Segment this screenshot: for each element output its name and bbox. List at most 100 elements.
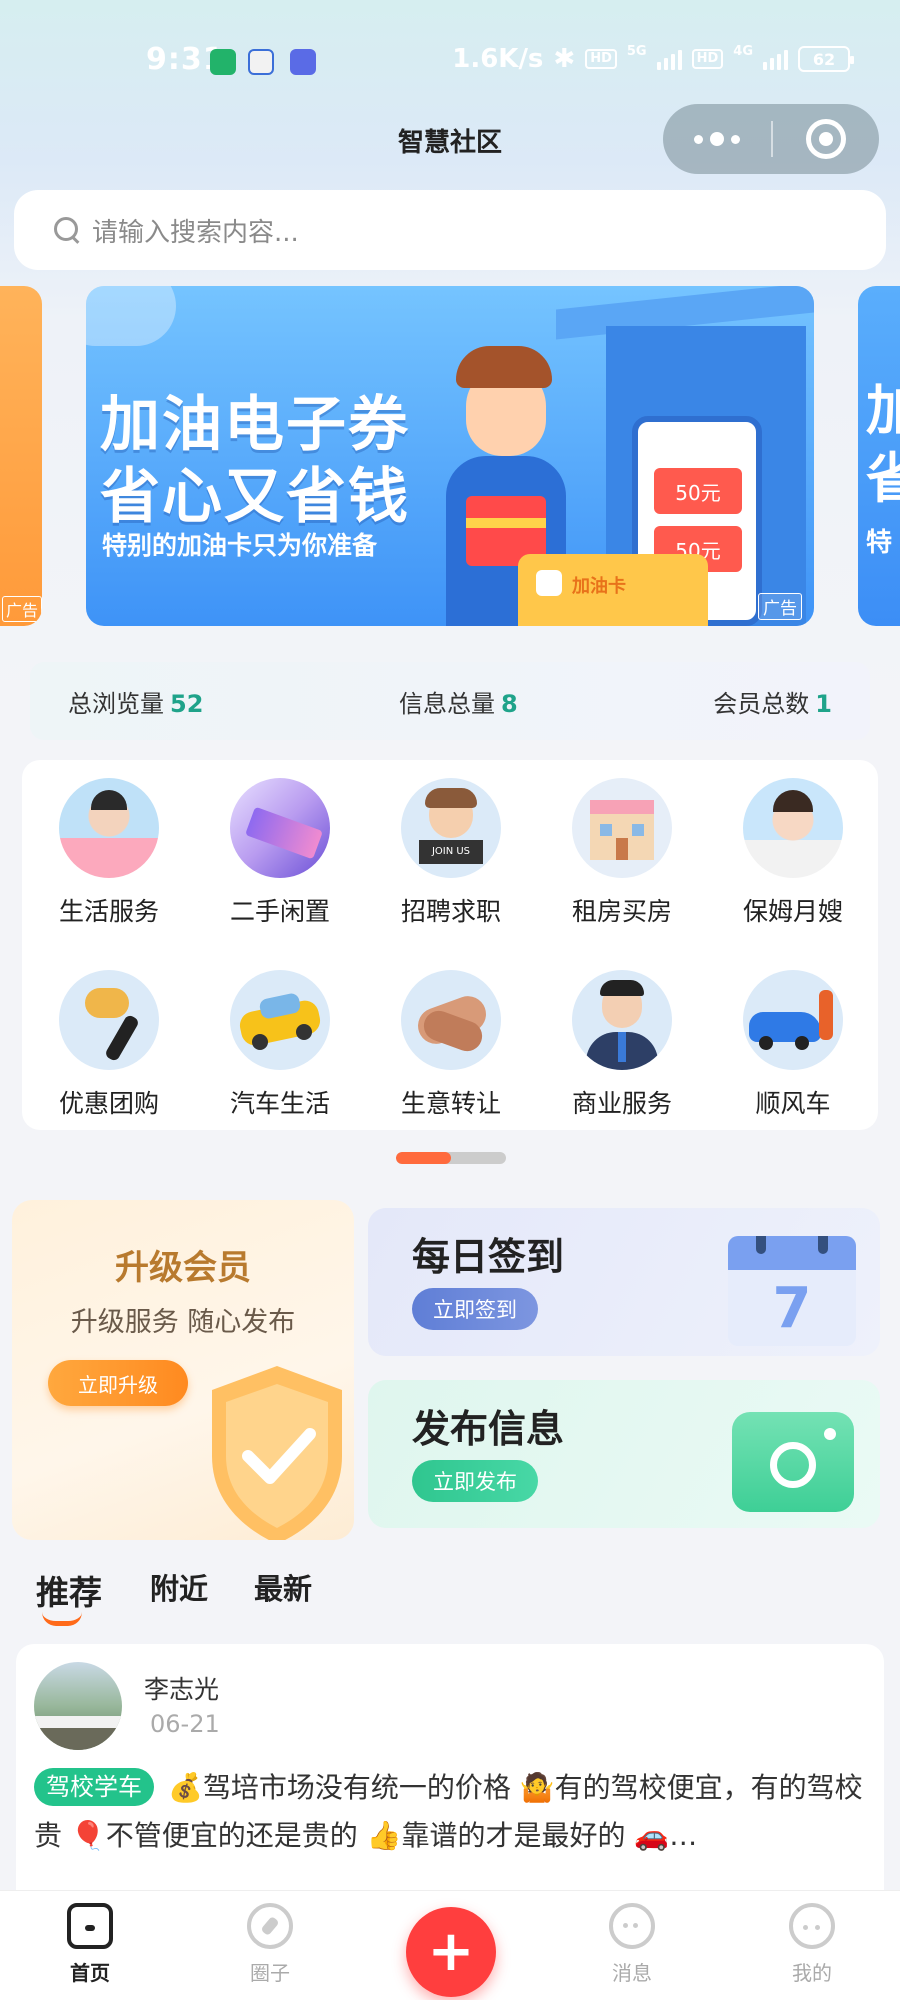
stat-members-label: 会员总数 <box>713 689 810 718</box>
category-car-life[interactable]: 汽车生活 <box>200 970 360 1120</box>
tab-latest[interactable]: 最新 <box>254 1566 312 1608</box>
stat-views: 总浏览量 52 <box>68 684 203 719</box>
banner-next-slide[interactable]: 加 省 特 <box>858 286 900 626</box>
stat-views-label: 总浏览量 <box>68 689 164 718</box>
hd-badge-2: HD <box>691 49 724 69</box>
bluetooth-icon: ✱ <box>553 44 576 74</box>
phone-icon <box>230 778 330 878</box>
bottom-tab-bar: 首页 圈子 + 消息 我的 <box>0 1890 900 2000</box>
category-commercial[interactable]: 商业服务 <box>542 970 702 1120</box>
net-speed: 1.6K/s <box>452 44 544 74</box>
gift-ribbon <box>466 518 546 528</box>
ad-badge: 广告 <box>758 593 802 620</box>
shield-check-icon <box>212 1366 342 1540</box>
daily-checkin-card[interactable]: 每日签到 立即签到 7 <box>368 1208 880 1356</box>
battery-icon: 62 <box>798 46 854 72</box>
grid-page-indicator <box>396 1152 506 1164</box>
publish-info-card[interactable]: 发布信息 立即发布 <box>368 1380 880 1528</box>
next-slide-peek-3: 特 <box>866 528 893 558</box>
category-label: 商业服务 <box>571 1089 672 1118</box>
checkin-button[interactable]: 立即签到 <box>412 1288 538 1330</box>
nav-home[interactable]: 首页 <box>30 1903 150 1986</box>
ad-badge: 广告 <box>2 596 42 622</box>
join-us-icon: JOIN US <box>401 778 501 878</box>
publish-now-button[interactable]: 立即发布 <box>412 1460 538 1502</box>
category-life-service[interactable]: 生活服务 <box>29 778 189 928</box>
search-icon <box>52 215 82 245</box>
banner-prev-slide[interactable]: 广告 <box>0 286 42 626</box>
category-label: 招聘求职 <box>400 897 501 926</box>
shield-app-icon <box>210 49 236 75</box>
dot-icon <box>694 134 703 144</box>
stat-views-value: 52 <box>170 689 204 718</box>
baidu-app-icon <box>248 49 274 75</box>
category-label: 汽车生活 <box>229 1089 330 1118</box>
hd-badge: HD <box>585 49 617 69</box>
category-label: 租房买房 <box>571 897 672 926</box>
stat-members: 会员总数 1 <box>713 684 832 719</box>
sim1-label: 5G <box>626 44 647 59</box>
banner-subtitle: 特别的加油卡只为你准备 <box>102 531 378 560</box>
dot-icon <box>731 134 740 144</box>
miniprogram-capsule <box>663 104 879 174</box>
category-label: 保姆月嫂 <box>742 897 843 926</box>
category-jobs[interactable]: JOIN US 招聘求职 <box>371 778 531 928</box>
more-button[interactable] <box>663 104 771 174</box>
category-second-hand[interactable]: 二手闲置 <box>200 778 360 928</box>
house-icon <box>572 778 672 878</box>
stack-app-icon <box>290 49 316 75</box>
home-icon <box>67 1903 113 1949</box>
compass-icon <box>247 1903 293 1949</box>
camera-icon <box>732 1412 854 1512</box>
nav-label: 我的 <box>792 1961 832 1985</box>
nav-messages[interactable]: 消息 <box>572 1903 692 1986</box>
signal-icon <box>656 48 682 70</box>
category-grid: 生活服务 二手闲置 JOIN US 招聘求职 租房买房 保姆月嫂 优惠团购 汽车… <box>22 760 878 1130</box>
coupon-1: 50元 <box>654 468 742 514</box>
upgrade-vip-card[interactable]: 升级会员 升级服务 随心发布 立即升级 <box>12 1200 354 1540</box>
nav-circle[interactable]: 圈子 <box>210 1903 330 1986</box>
publish-plus-button[interactable]: + <box>406 1907 496 1997</box>
nav-label: 圈子 <box>250 1961 290 1985</box>
category-group-buy[interactable]: 优惠团购 <box>29 970 189 1120</box>
category-label: 生活服务 <box>58 897 159 926</box>
category-label: 二手闲置 <box>229 897 330 926</box>
close-miniprogram-button[interactable] <box>773 104 879 174</box>
stat-info-value: 8 <box>501 689 518 718</box>
status-indicators: 1.6K/s ✱ HD 5G HD 4G 62 <box>452 44 854 74</box>
category-label: 生意转让 <box>400 1089 501 1118</box>
sim2-label: 4G <box>733 44 753 59</box>
attendant-hair <box>456 346 552 388</box>
category-business-transfer[interactable]: 生意转让 <box>371 970 531 1120</box>
banner-headline-2: 省心又省钱 <box>100 462 410 532</box>
active-tab-indicator <box>42 1612 82 1626</box>
search-input[interactable]: 请输入搜索内容... <box>14 190 886 270</box>
stat-info: 信息总量 8 <box>399 684 518 719</box>
vip-title: 升级会员 <box>115 1248 251 1288</box>
housekeeper-icon <box>59 778 159 878</box>
business-icon <box>572 970 672 1070</box>
banner-slide[interactable]: 加油电子券 省心又省钱 特别的加油卡只为你准备 50元 50元 加油卡 广告 <box>86 286 814 626</box>
fuel-card: 加油卡 <box>518 554 708 626</box>
category-nanny[interactable]: 保姆月嫂 <box>713 778 873 928</box>
feed-post[interactable]: 李志光 06-21 驾校学车 💰驾培市场没有统一的价格 🤷有的驾校便宜，有的驾校贵… <box>16 1644 884 1904</box>
pager-active-segment <box>396 1152 451 1164</box>
avatar[interactable] <box>34 1662 122 1750</box>
category-rideshare[interactable]: 顺风车 <box>713 970 873 1120</box>
tab-nearby[interactable]: 附近 <box>150 1566 208 1608</box>
stats-bar: 总浏览量 52 信息总量 8 会员总数 1 <box>30 662 870 740</box>
status-bar: 9:31 1.6K/s ✱ HD 5G HD 4G 62 <box>0 0 900 110</box>
post-author[interactable]: 李志光 <box>144 1670 219 1706</box>
post-tag[interactable]: 驾校学车 <box>34 1768 154 1806</box>
chat-icon <box>609 1903 655 1949</box>
calendar-day: 7 <box>772 1276 812 1341</box>
rideshare-icon <box>743 970 843 1070</box>
nav-mine[interactable]: 我的 <box>752 1903 872 1986</box>
category-rent-house[interactable]: 租房买房 <box>542 778 702 928</box>
next-slide-peek-2: 省 <box>866 447 900 510</box>
upgrade-button[interactable]: 立即升级 <box>48 1360 188 1406</box>
calendar-icon: 7 <box>728 1236 856 1346</box>
dot-icon <box>710 132 724 146</box>
tab-recommend[interactable]: 推荐 <box>36 1566 102 1614</box>
nanny-icon <box>743 778 843 878</box>
